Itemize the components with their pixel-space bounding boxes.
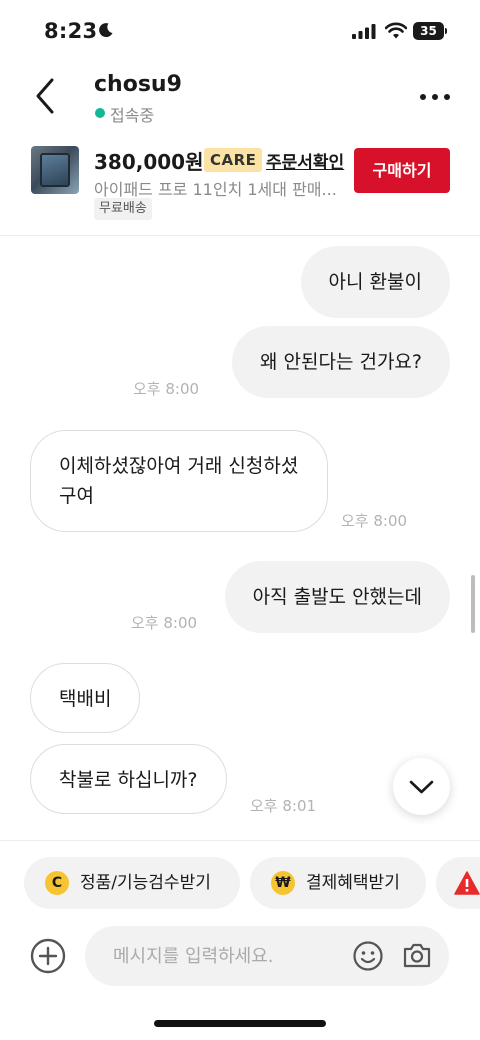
product-title[interactable]: 아이패드 프로 11인치 1세대 판매...	[94, 176, 344, 200]
chip-label: 결제혜택받기	[306, 873, 400, 893]
online-status-dot	[95, 108, 105, 118]
status-time: 8:23	[44, 19, 98, 43]
warning-icon	[454, 871, 480, 895]
authenticity-check-chip[interactable]: C 정품/기능검수받기	[24, 857, 240, 909]
won-icon: ₩	[271, 871, 295, 895]
chip-label: 정품/기능검수받기	[80, 873, 211, 893]
care-badge: CARE	[204, 148, 263, 172]
quick-action-bar: C 정품/기능검수받기 ₩ 결제혜택받기	[0, 840, 480, 924]
payment-benefit-chip[interactable]: ₩ 결제혜택받기	[250, 857, 426, 909]
message-bubble[interactable]: 왜 안된다는 건가요?	[231, 326, 450, 398]
message-time: 오후 8:00	[341, 512, 408, 530]
product-price: 380,000원	[94, 150, 204, 174]
message-bubble[interactable]: 택배비	[30, 663, 141, 733]
status-bar: 8:23 35	[0, 0, 480, 62]
message-time: 오후 8:01	[250, 797, 317, 815]
chat-header: chosu9 접속중	[0, 62, 480, 134]
report-chip[interactable]	[436, 857, 480, 909]
plus-icon[interactable]	[30, 938, 66, 974]
message-bubble[interactable]: 아니 환불이	[300, 246, 450, 318]
message-bubble[interactable]: 착불로 하십니까?	[30, 744, 227, 814]
battery-icon: 35	[413, 22, 447, 40]
product-thumbnail[interactable]	[31, 146, 79, 194]
signal-icon	[352, 24, 376, 39]
buy-button[interactable]: 구매하기	[354, 148, 450, 193]
message-bubble[interactable]: 아직 출발도 안했는데	[224, 561, 450, 633]
message-input-wrapper	[85, 926, 449, 986]
wifi-icon	[385, 22, 407, 39]
moon-icon	[99, 23, 113, 38]
message-time: 오후 8:00	[131, 614, 198, 632]
online-status-text: 접속중	[110, 106, 155, 125]
message-time: 오후 8:00	[133, 380, 200, 398]
chat-username[interactable]: chosu9	[94, 72, 182, 97]
product-bar: 380,000원 CARE 주문서확인 아이패드 프로 11인치 1세대 판매.…	[0, 134, 480, 236]
camera-icon[interactable]	[402, 940, 432, 970]
chevron-down-icon	[409, 780, 434, 794]
scrollbar[interactable]	[471, 575, 475, 633]
free-shipping-badge: 무료배송	[94, 198, 152, 220]
care-c-icon: C	[45, 871, 69, 895]
message-input[interactable]	[113, 926, 343, 986]
battery-level: 35	[413, 22, 444, 40]
emoji-icon[interactable]	[352, 940, 384, 972]
home-indicator	[154, 1020, 326, 1027]
message-bubble[interactable]: 이체하셨잖아여 거래 신청하셨구여	[30, 430, 328, 532]
more-icon[interactable]	[418, 92, 452, 102]
scroll-to-bottom-button[interactable]	[393, 758, 450, 815]
back-arrow-icon[interactable]	[28, 76, 62, 116]
order-confirm-link[interactable]: 주문서확인	[266, 148, 344, 173]
